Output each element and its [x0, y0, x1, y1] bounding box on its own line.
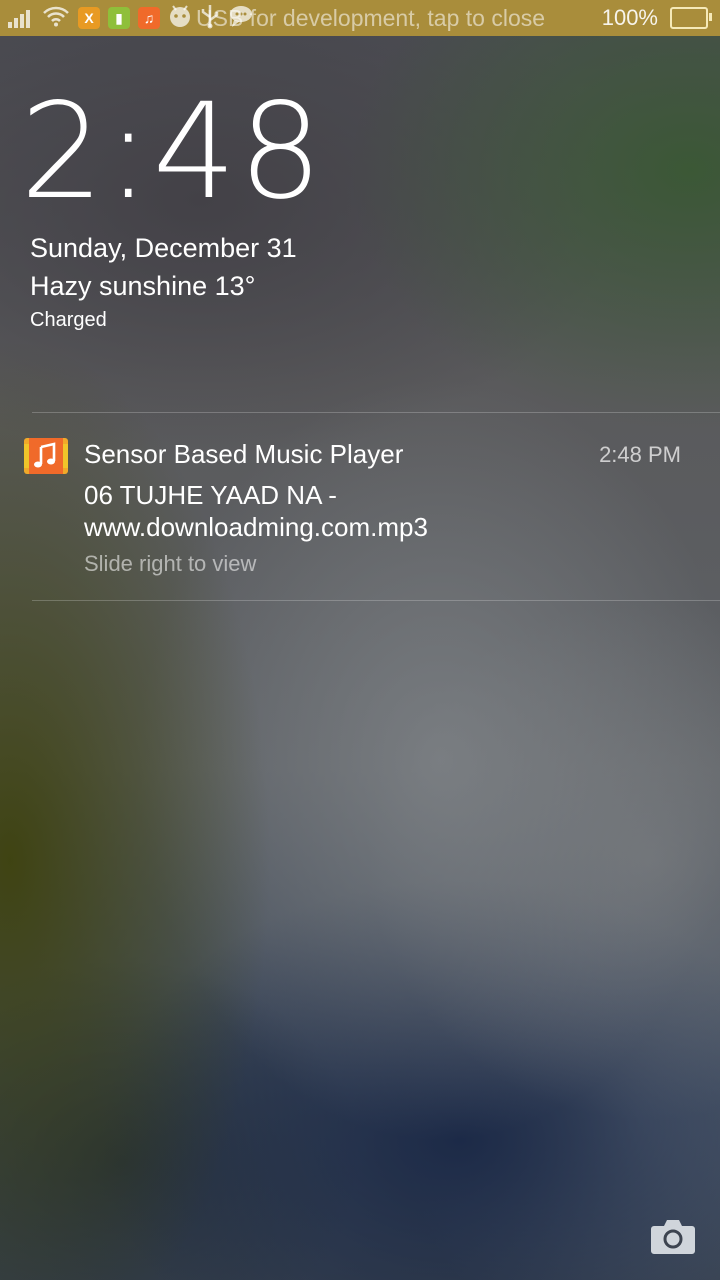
battery-percent: 100%: [601, 5, 658, 30]
lockscreen-clock: 2:48: [20, 75, 325, 229]
music-note-icon: [24, 438, 68, 474]
lockscreen-date: Sunday, December 31: [30, 233, 297, 263]
battery-status: 100%: [601, 4, 712, 32]
charge-status: Charged: [30, 309, 107, 331]
status-bar[interactable]: X ▮ ♫ USB for development, tap to close …: [0, 0, 720, 36]
notification-body-line1: 06 TUJHE YAAD NA -: [84, 480, 337, 510]
lockscreen-weather: Hazy sunshine 13°: [30, 271, 256, 301]
notification-card[interactable]: Sensor Based Music Player 2:48 PM 06 TUJ…: [0, 413, 720, 599]
android-debug-icon: [168, 4, 192, 33]
notification-app-name: Sensor Based Music Player: [84, 439, 404, 469]
notification-divider-bottom: [32, 600, 720, 601]
battery-icon: [670, 7, 712, 29]
music-player-icon: ♫: [138, 7, 160, 29]
notification-time: 2:48 PM: [599, 442, 681, 467]
app-notification-icon: X: [78, 7, 100, 29]
battery-saver-icon: ▮: [108, 7, 130, 29]
signal-icon: [8, 8, 34, 28]
wifi-icon: [42, 5, 70, 32]
notification-hint: Slide right to view: [84, 551, 257, 576]
usb-debugging-notice[interactable]: USB for development, tap to close: [196, 4, 545, 32]
notification-body-line2: www.downloadming.com.mp3: [84, 512, 428, 542]
notification-body: 06 TUJHE YAAD NA - www.downloadming.com.…: [84, 479, 684, 543]
camera-icon[interactable]: [650, 1216, 696, 1256]
